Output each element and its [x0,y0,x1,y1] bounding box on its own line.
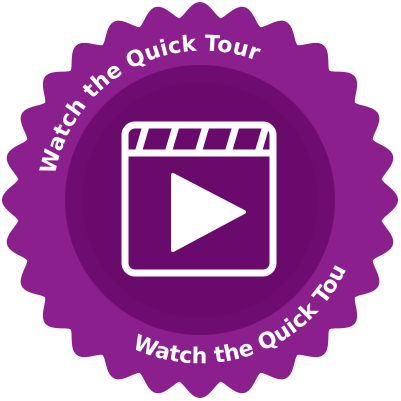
badge-graphic[interactable]: Watch the Quick Tour! Watch the Quick To… [0,0,401,401]
quick-tour-badge[interactable]: Watch the Quick Tour! Watch the Quick To… [0,0,401,401]
